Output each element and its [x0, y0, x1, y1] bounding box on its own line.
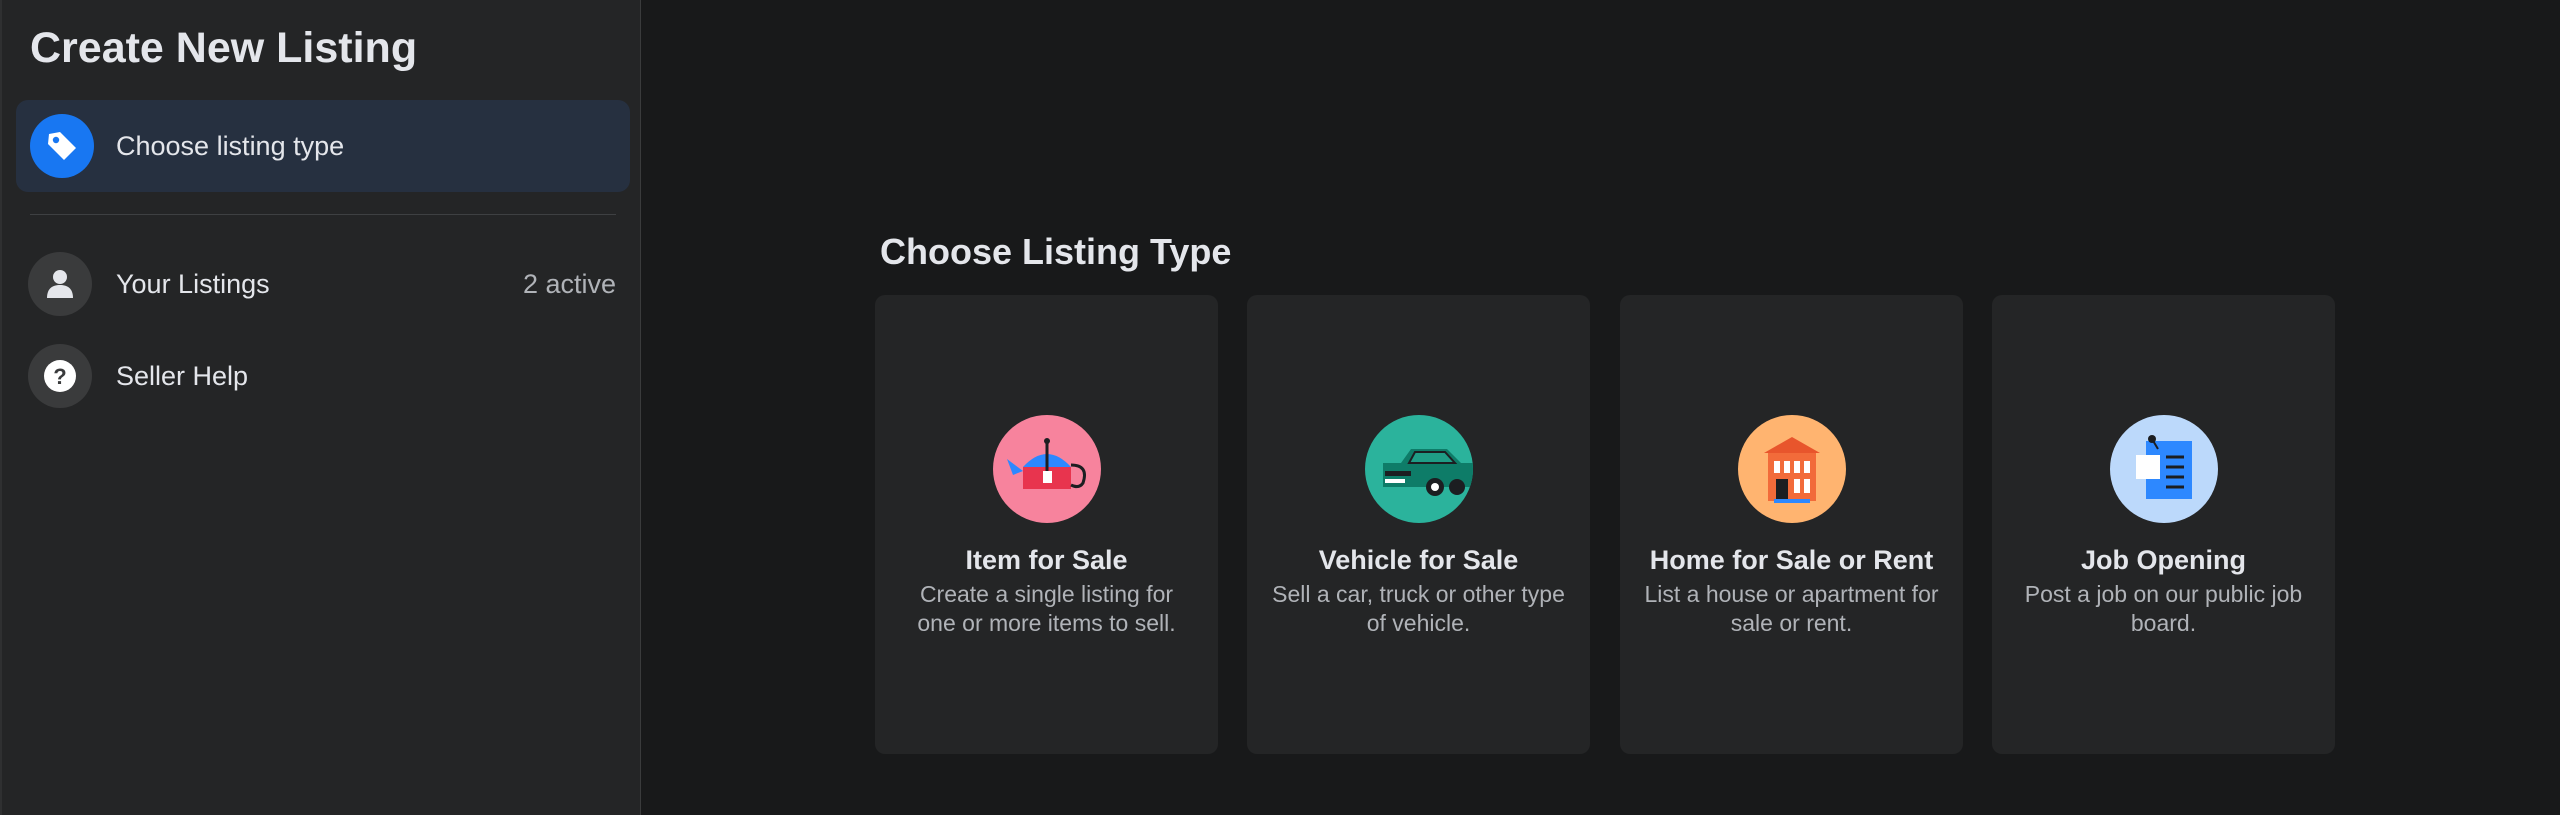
active-count: 2 active — [522, 269, 616, 299]
sidebar-item-label: Seller Help — [116, 361, 249, 391]
job-board-icon — [2110, 415, 2218, 523]
sidebar-item-choose-listing-type[interactable]: Choose listing type — [16, 100, 630, 192]
listing-card-home-for-sale-or-rent[interactable]: Home for Sale or Rent List a house or ap… — [1620, 295, 1963, 754]
card-title: Home for Sale or Rent — [1649, 545, 1934, 575]
teapot-icon — [993, 415, 1101, 523]
svg-text:?: ? — [53, 364, 66, 389]
card-title: Job Opening — [2081, 545, 2246, 575]
sidebar: Create New Listing Choose listing type Y… — [0, 0, 641, 815]
card-description: List a house or apartment for sale or re… — [1644, 581, 1939, 636]
listing-card-vehicle-for-sale[interactable]: Vehicle for Sale Sell a car, truck or ot… — [1247, 295, 1590, 754]
card-description: Create a single listing for one or more … — [917, 581, 1176, 636]
sidebar-item-label: Choose listing type — [116, 131, 345, 161]
person-icon — [28, 252, 92, 316]
tag-icon — [30, 114, 94, 178]
card-title: Vehicle for Sale — [1318, 545, 1519, 575]
card-description: Post a job on our public job board. — [2024, 581, 2303, 636]
sidebar-item-seller-help[interactable]: ? Seller Help — [2, 338, 643, 414]
listing-card-item-for-sale[interactable]: Item for Sale Create a single listing fo… — [875, 295, 1218, 754]
page-title: Choose Listing Type — [880, 231, 1232, 272]
sidebar-item-your-listings[interactable]: Your Listings 2 active — [2, 246, 643, 322]
sidebar-divider — [30, 214, 616, 215]
sidebar-title: Create New Listing — [30, 24, 418, 72]
house-icon — [1738, 415, 1846, 523]
card-title: Item for Sale — [965, 545, 1128, 575]
question-icon: ? — [28, 344, 92, 408]
car-icon — [1365, 415, 1473, 523]
card-description: Sell a car, truck or other type of vehic… — [1272, 581, 1565, 636]
listing-card-job-opening[interactable]: Job Opening Post a job on our public job… — [1992, 295, 2335, 754]
sidebar-item-label: Your Listings — [116, 269, 270, 299]
